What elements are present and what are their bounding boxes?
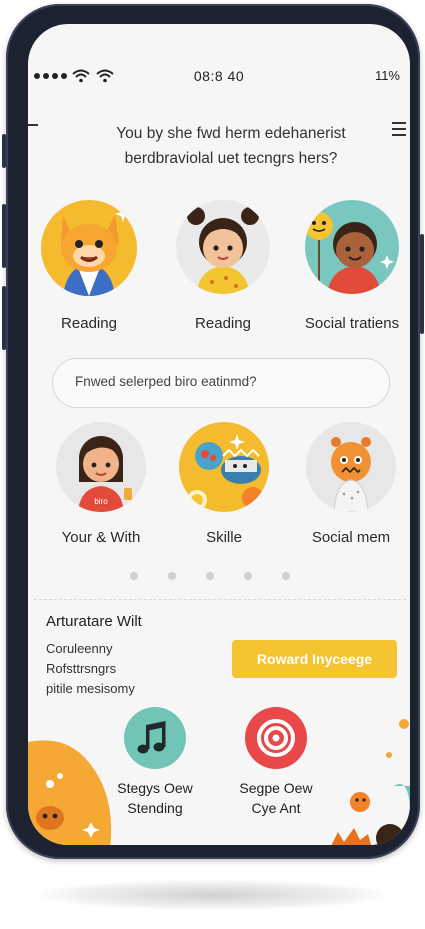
heading-line-2: berdbraviolal uet tecngrs hers?: [124, 150, 338, 167]
back-icon[interactable]: [28, 124, 38, 126]
battery-percentage: 11%: [374, 68, 400, 83]
skills-illustration-icon: [187, 434, 264, 510]
card-label-skille: Skille: [206, 529, 242, 546]
card-your-with-avatar[interactable]: biro: [56, 422, 146, 512]
decorative-fox-blob-icon: [28, 740, 112, 845]
page-dot[interactable]: [282, 572, 290, 580]
shirt-text: biro: [94, 497, 108, 506]
status-bar: 08:8 40 11%: [28, 68, 410, 88]
page-dot[interactable]: [206, 572, 214, 580]
page-dot[interactable]: [244, 572, 252, 580]
bottom-item-2-line-1: Segpe Oew: [239, 780, 313, 796]
hamburger-menu-icon[interactable]: [392, 122, 406, 140]
page-dot[interactable]: [130, 572, 138, 580]
volume-up-button: [2, 204, 6, 268]
status-time: 08:8 40: [193, 68, 245, 84]
girl-character-icon: [187, 207, 259, 294]
page-dot[interactable]: [168, 572, 176, 580]
boy-character-icon: [305, 212, 394, 294]
heading-line-1: You by she fwd herm edehanerist: [116, 125, 346, 142]
card-social-monster-avatar[interactable]: [306, 422, 396, 512]
card-label-reading-2: Reading: [195, 315, 251, 332]
rewards-line-2: Rofsttrsngrs: [46, 661, 117, 676]
card-reading-fox-avatar[interactable]: [41, 200, 137, 296]
volume-down-button: [2, 286, 6, 350]
search-placeholder: Fnwed selerped biro eatinmd?: [75, 374, 257, 389]
pagination-dots: [130, 572, 290, 580]
card-label-your-with: Your & With: [61, 529, 141, 546]
power-button: [420, 234, 424, 334]
phone-frame: 08:8 40 11% You by she fwd herm edehaner…: [2, 4, 424, 859]
decorative-dot: [386, 752, 392, 758]
decorative-bee-blob-icon: [331, 784, 410, 845]
search-input[interactable]: Fnwed selerped biro eatinmd?: [52, 358, 390, 408]
target-icon[interactable]: [245, 707, 307, 769]
mute-switch: [2, 134, 6, 168]
page-heading: You by she fwd herm edehanerist berdbrav…: [86, 121, 376, 171]
card-label-social: Social tratiens: [304, 315, 400, 332]
reward-button[interactable]: Roward Inyceege: [232, 640, 397, 678]
girl-red-shirt-icon: biro: [78, 436, 132, 512]
fox-character-icon: [61, 206, 131, 296]
card-label-reading-1: Reading: [61, 315, 117, 332]
monster-character-icon: [331, 437, 371, 512]
music-note-icon[interactable]: [124, 707, 186, 769]
rewards-line-3: pitile mesisomy: [46, 681, 135, 696]
rewards-title: Arturatare Wilt: [46, 613, 142, 630]
rewards-line-1: Coruleenny: [46, 641, 113, 656]
phone-shadow: [40, 880, 385, 910]
bottom-item-2-label: Segpe Oew Cye Ant: [221, 778, 331, 818]
app-screen: 08:8 40 11% You by she fwd herm edehaner…: [28, 24, 410, 845]
card-label-social-mem: Social mem: [311, 529, 391, 546]
card-reading-girl-avatar[interactable]: [176, 200, 270, 294]
bottom-item-2-line-2: Cye Ant: [251, 800, 301, 816]
card-social-boy-avatar[interactable]: [305, 200, 399, 294]
section-divider: [34, 599, 406, 600]
card-skille-avatar[interactable]: [179, 422, 269, 512]
decorative-dot: [399, 719, 409, 729]
